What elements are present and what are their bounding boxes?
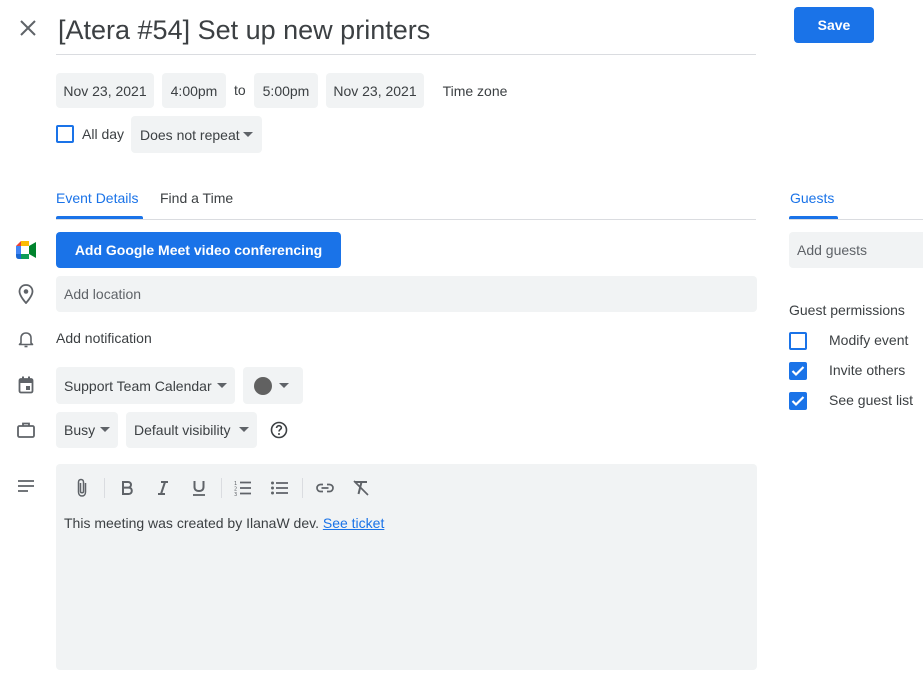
to-label: to <box>234 82 246 98</box>
modify-event-checkbox[interactable] <box>789 332 807 350</box>
invite-others-checkbox[interactable] <box>789 362 807 380</box>
availability-value: Busy <box>64 422 96 438</box>
toolbar-divider <box>221 478 222 498</box>
save-label: Save <box>817 17 851 33</box>
paperclip-icon <box>77 478 87 497</box>
chevron-down-icon <box>100 427 110 432</box>
clear-formatting-icon <box>353 480 369 496</box>
start-date-value: Nov 23, 2021 <box>63 82 147 99</box>
briefcase-icon <box>16 420 36 440</box>
availability-select[interactable]: Busy <box>56 412 118 448</box>
description-content: This meeting was created by IlanaW dev. … <box>64 515 384 531</box>
calendar-value: Support Team Calendar <box>64 377 212 394</box>
all-day-label: All day <box>82 126 125 142</box>
italic-button[interactable] <box>149 474 177 502</box>
help-button[interactable] <box>268 419 290 441</box>
checkmark-icon <box>791 366 805 377</box>
underline-button[interactable] <box>185 474 213 502</box>
bulleted-list-icon <box>271 481 288 495</box>
bulleted-list-button[interactable] <box>266 474 294 502</box>
end-time-value: 5:00pm <box>262 82 310 99</box>
italic-icon <box>158 481 168 495</box>
end-time-field[interactable]: 5:00pm <box>254 73 318 108</box>
location-pin-icon <box>16 284 36 304</box>
location-placeholder: Add location <box>64 286 142 302</box>
tab-event-details-label: Event Details <box>56 190 139 206</box>
close-button[interactable] <box>14 14 42 42</box>
chevron-down-icon <box>279 383 289 388</box>
tab-find-a-time-label: Find a Time <box>160 190 234 206</box>
tab-event-details[interactable]: Event Details <box>56 182 138 218</box>
add-guests-input[interactable]: Add guests <box>789 232 923 268</box>
add-guests-placeholder: Add guests <box>797 242 868 258</box>
event-color-select[interactable] <box>243 367 303 404</box>
guests-divider <box>789 219 923 220</box>
google-meet-icon <box>16 240 36 260</box>
tab-find-a-time[interactable]: Find a Time <box>160 182 233 218</box>
numbered-list-button[interactable]: 123 <box>229 474 257 502</box>
calendar-icon <box>16 375 36 395</box>
color-swatch <box>254 377 272 395</box>
chevron-down-icon <box>239 427 249 432</box>
clear-formatting-button[interactable] <box>347 474 375 502</box>
add-notification-label: Add notification <box>56 330 152 346</box>
chevron-down-icon <box>217 383 227 388</box>
timezone-button[interactable]: Time zone <box>432 73 518 108</box>
add-meet-label: Add Google Meet video conferencing <box>74 242 323 258</box>
svg-text:3: 3 <box>234 492 237 496</box>
save-button[interactable]: Save <box>794 7 874 43</box>
event-title-input[interactable]: [Atera #54] Set up new printers <box>56 10 756 55</box>
invite-others-label: Invite others <box>829 362 906 378</box>
add-notification-button[interactable]: Add notification <box>56 330 152 346</box>
description-icon <box>16 476 36 496</box>
numbered-list-icon: 123 <box>234 481 251 496</box>
see-guest-list-checkbox[interactable] <box>789 392 807 410</box>
guest-permissions-title: Guest permissions <box>789 302 905 318</box>
start-time-value: 4:00pm <box>170 82 218 99</box>
help-icon <box>270 421 288 439</box>
bold-icon <box>122 481 133 495</box>
underline-icon <box>193 481 205 496</box>
visibility-select[interactable]: Default visibility <box>126 412 257 448</box>
tab-guests-label: Guests <box>790 190 835 206</box>
description-text: This meeting was created by IlanaW dev. <box>64 515 319 531</box>
end-date-value: Nov 23, 2021 <box>333 82 417 99</box>
see-guest-list-label: See guest list <box>829 392 914 408</box>
location-input[interactable]: Add location <box>56 276 757 312</box>
checkmark-icon <box>791 396 805 407</box>
timezone-label: Time zone <box>442 82 508 99</box>
repeat-value: Does not repeat <box>140 126 240 143</box>
close-icon <box>20 20 36 36</box>
start-time-field[interactable]: 4:00pm <box>162 73 226 108</box>
event-title-text: [Atera #54] Set up new printers <box>58 15 431 45</box>
link-icon <box>316 483 334 493</box>
tab-guests[interactable]: Guests <box>790 190 834 206</box>
repeat-select[interactable]: Does not repeat <box>131 116 262 153</box>
bell-icon <box>16 329 36 349</box>
chevron-down-icon <box>243 132 253 137</box>
modify-event-label: Modify event <box>829 332 909 348</box>
attach-button[interactable] <box>68 474 96 502</box>
see-ticket-link[interactable]: See ticket <box>323 515 384 531</box>
bold-button[interactable] <box>113 474 141 502</box>
calendar-select[interactable]: Support Team Calendar <box>56 367 235 404</box>
insert-link-button[interactable] <box>311 474 339 502</box>
all-day-checkbox[interactable] <box>56 125 74 143</box>
end-date-field[interactable]: Nov 23, 2021 <box>326 73 424 108</box>
visibility-value: Default visibility <box>134 422 231 438</box>
add-meet-button[interactable]: Add Google Meet video conferencing <box>56 232 341 268</box>
start-date-field[interactable]: Nov 23, 2021 <box>56 73 154 108</box>
toolbar-divider <box>302 478 303 498</box>
tabs-divider <box>56 219 756 220</box>
toolbar-divider <box>104 478 105 498</box>
